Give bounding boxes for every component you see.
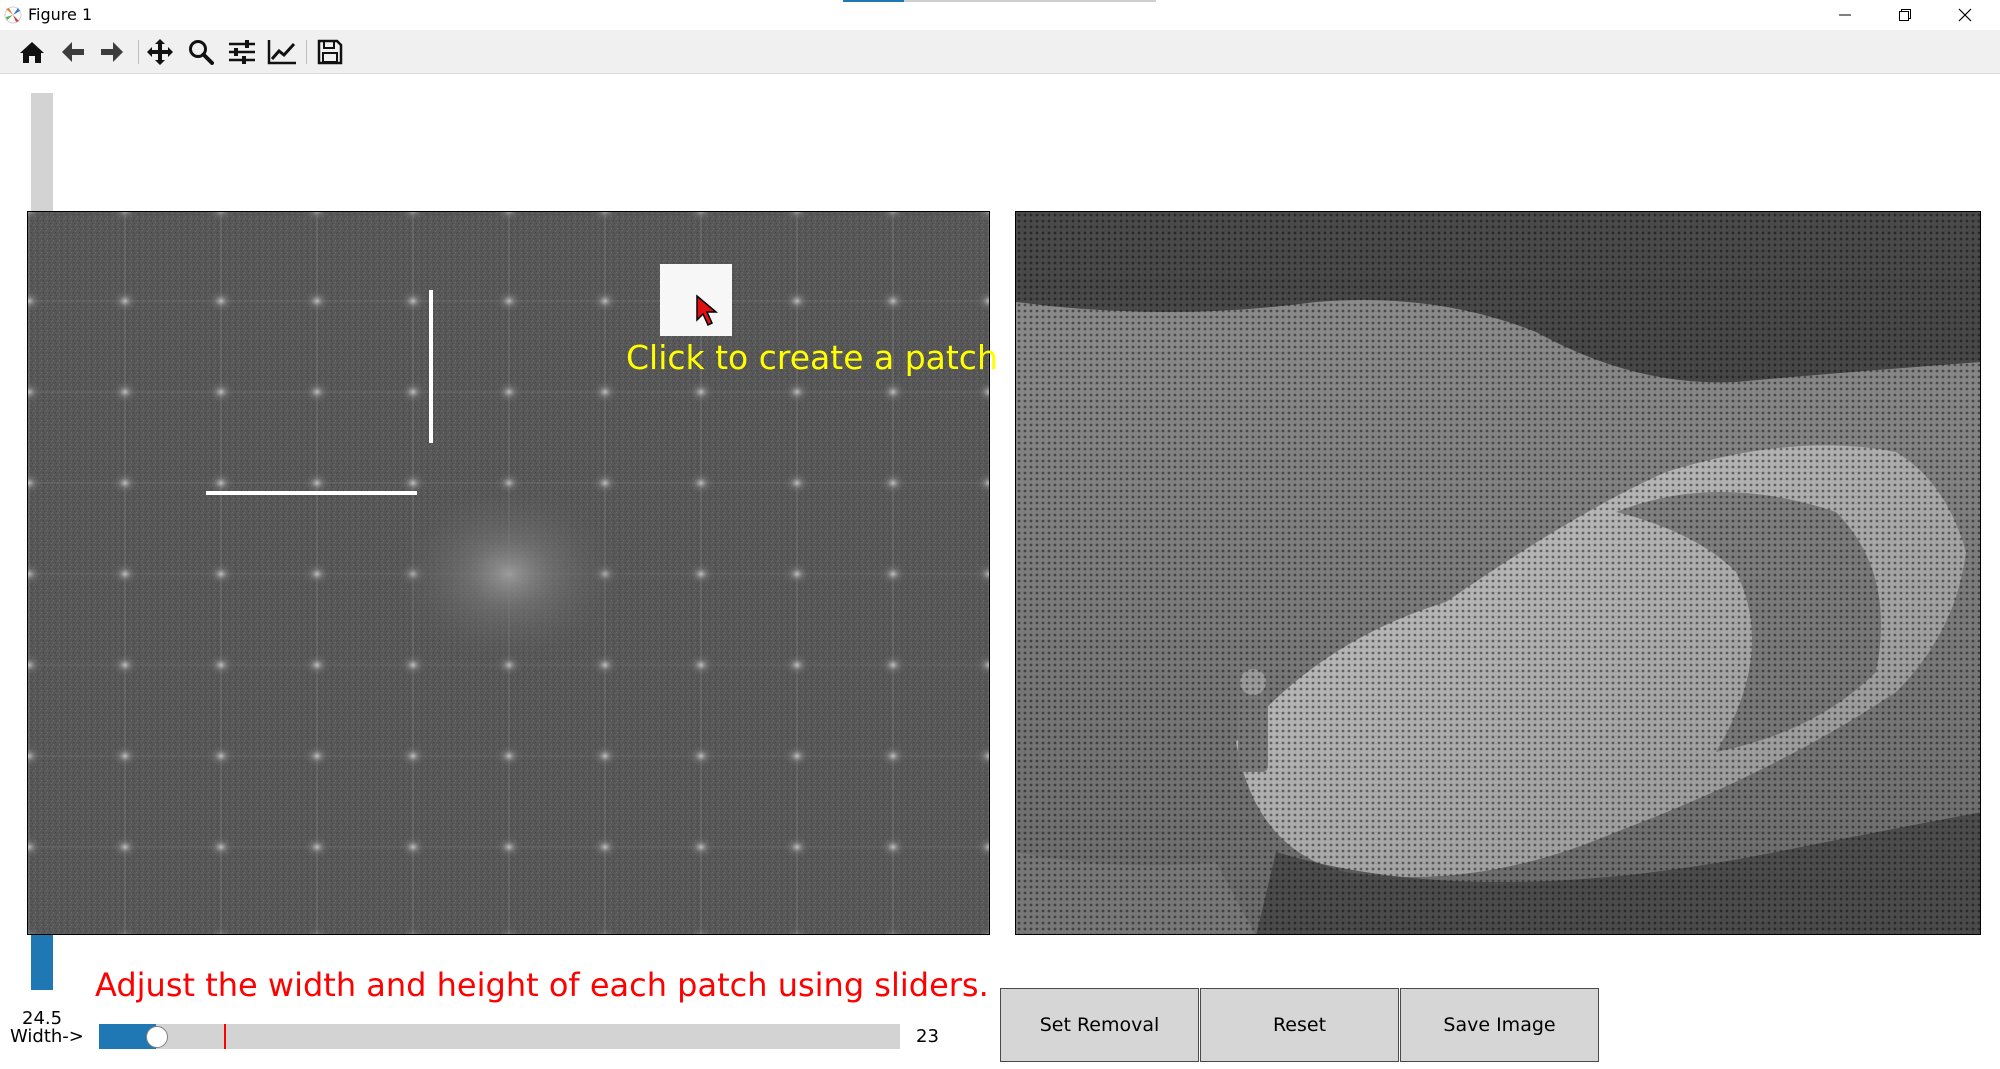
- spectrum-axes[interactable]: [27, 211, 990, 935]
- home-button[interactable]: [15, 36, 49, 68]
- mouse-cursor-icon: [696, 294, 719, 327]
- save-figure-button[interactable]: [313, 36, 347, 68]
- restore-button[interactable]: [1875, 0, 1935, 30]
- width-slider-initial-marker: [224, 1024, 226, 1049]
- width-slider-handle[interactable]: [146, 1026, 168, 1048]
- floppy-disk-icon: [317, 39, 343, 65]
- patch-hint-text: Click to create a patch: [626, 338, 998, 377]
- sliders-icon: [229, 40, 255, 64]
- width-slider-label: Width->: [10, 1026, 84, 1047]
- line-chart-icon: [267, 40, 296, 65]
- minimize-button[interactable]: [1815, 0, 1875, 30]
- title-bar-strip-accent: [843, 0, 904, 2]
- zoom-button[interactable]: [184, 36, 218, 68]
- save-image-button[interactable]: Save Image: [1400, 988, 1599, 1062]
- arrow-right-icon: [101, 42, 123, 62]
- pan-button[interactable]: [143, 36, 177, 68]
- move-icon: [147, 39, 173, 65]
- reset-button[interactable]: Reset: [1200, 988, 1399, 1062]
- title-bar: Figure 1: [0, 0, 2000, 30]
- processed-image: [1016, 212, 1980, 934]
- set-removal-button[interactable]: Set Removal: [1000, 988, 1199, 1062]
- close-icon: [1958, 8, 1972, 22]
- navigation-toolbar: [0, 30, 2000, 74]
- toolbar-separator: [138, 40, 139, 64]
- home-icon: [20, 42, 44, 63]
- close-button[interactable]: [1935, 0, 1995, 30]
- figure-canvas[interactable]: 24.5 Click to create a patch Adjust the …: [0, 74, 2000, 1069]
- window-title: Figure 1: [28, 5, 93, 24]
- back-button[interactable]: [56, 36, 90, 68]
- instruction-text: Adjust the width and height of each patc…: [95, 966, 989, 1004]
- subplots-button[interactable]: [225, 36, 259, 68]
- magnifier-icon: [189, 40, 214, 65]
- matplotlib-logo-icon: [4, 6, 22, 24]
- forward-button[interactable]: [95, 36, 129, 68]
- spectrum-image: [28, 212, 989, 934]
- toolbar-separator: [306, 40, 307, 64]
- width-slider-value: 23: [916, 1026, 939, 1047]
- image-axes[interactable]: [1015, 211, 1981, 935]
- arrow-left-icon: [62, 42, 84, 62]
- edit-axes-button[interactable]: [265, 36, 299, 68]
- figure-window: Figure 1 24.5 Click to create a patch Ad…: [0, 0, 2000, 1069]
- restore-icon: [1899, 9, 1911, 21]
- minimize-icon: [1839, 14, 1851, 16]
- width-slider-track[interactable]: [99, 1024, 900, 1049]
